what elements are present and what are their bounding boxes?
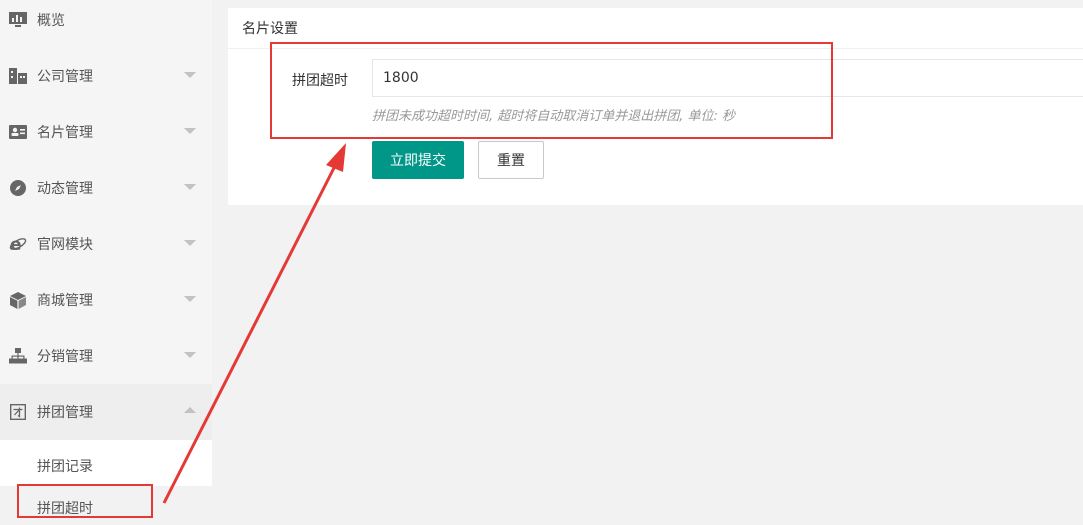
sidebar-item-overview[interactable]: 概览 bbox=[0, 0, 212, 48]
groupbuy-submenu: 拼团记录 拼团超时 bbox=[0, 440, 212, 525]
chevron-down-icon bbox=[184, 184, 196, 190]
sidebar-item-label: 名片管理 bbox=[37, 125, 93, 141]
chevron-down-icon bbox=[184, 72, 196, 78]
chevron-up-icon bbox=[184, 407, 196, 413]
sitemap-icon bbox=[9, 347, 27, 365]
ie-icon: e bbox=[9, 235, 27, 253]
card-icon bbox=[9, 123, 27, 141]
sidebar-item-label: 官网模块 bbox=[37, 237, 93, 253]
cube-icon bbox=[9, 291, 27, 309]
submenu-item-groupbuy-timeout[interactable]: 拼团超时 bbox=[0, 486, 212, 525]
building-icon bbox=[9, 67, 27, 85]
group-icon bbox=[9, 403, 27, 421]
sidebar-item-website[interactable]: e 官网模块 bbox=[0, 216, 212, 272]
sidebar-item-feed[interactable]: 动态管理 bbox=[0, 160, 212, 216]
timeout-input[interactable] bbox=[372, 59, 1083, 97]
settings-card: 名片设置 拼团超时 拼团未成功超时时间, 超时将自动取消订单并退出拼团, 单位:… bbox=[228, 8, 1083, 205]
sidebar-item-label: 概览 bbox=[37, 13, 65, 29]
sidebar-item-distribution[interactable]: 分销管理 bbox=[0, 328, 212, 384]
reset-button[interactable]: 重置 bbox=[478, 141, 544, 179]
chart-icon bbox=[9, 11, 27, 29]
timeout-field-label: 拼团超时 bbox=[292, 73, 348, 89]
chevron-down-icon bbox=[184, 352, 196, 358]
submenu-item-label: 拼团超时 bbox=[37, 501, 93, 517]
sidebar-item-label: 分销管理 bbox=[37, 349, 93, 365]
sidebar-item-label: 公司管理 bbox=[37, 69, 93, 85]
compass-icon bbox=[9, 179, 27, 197]
sidebar-item-label: 商城管理 bbox=[37, 293, 93, 309]
submenu-item-groupbuy-records[interactable]: 拼团记录 bbox=[0, 444, 212, 488]
chevron-down-icon bbox=[184, 240, 196, 246]
chevron-down-icon bbox=[184, 128, 196, 134]
sidebar-item-label: 动态管理 bbox=[37, 181, 93, 197]
sidebar: 概览 公司管理 名片管理 动态管理 e 官网模块 商城管理 分销管理 拼团管理 … bbox=[0, 0, 212, 525]
sidebar-item-groupbuy[interactable]: 拼团管理 bbox=[0, 384, 212, 440]
sidebar-item-label: 拼团管理 bbox=[37, 405, 93, 421]
submit-button[interactable]: 立即提交 bbox=[372, 141, 464, 179]
sidebar-item-company[interactable]: 公司管理 bbox=[0, 48, 212, 104]
submenu-item-label: 拼团记录 bbox=[37, 459, 93, 475]
chevron-down-icon bbox=[184, 296, 196, 302]
card-title: 名片设置 bbox=[228, 8, 1083, 49]
sidebar-item-mall[interactable]: 商城管理 bbox=[0, 272, 212, 328]
sidebar-item-cards[interactable]: 名片管理 bbox=[0, 104, 212, 160]
timeout-hint: 拼团未成功超时时间, 超时将自动取消订单并退出拼团, 单位: 秒 bbox=[372, 109, 736, 124]
